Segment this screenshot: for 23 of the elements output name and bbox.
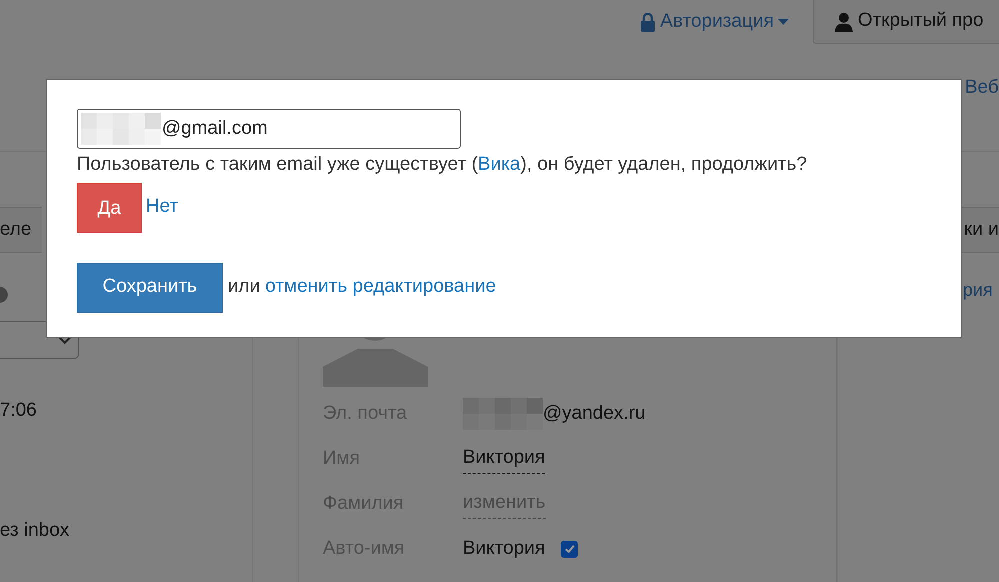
side-link[interactable]: рия xyxy=(963,277,993,301)
auth-menu[interactable]: Авторизация xyxy=(640,0,789,44)
time-text: 7:06 xyxy=(0,399,37,423)
cancel-edit-link[interactable]: отменить редактирование xyxy=(265,273,496,302)
lock-icon xyxy=(640,12,656,32)
nav-link[interactable]: Веб xyxy=(965,74,999,102)
user-link[interactable]: Вика xyxy=(478,154,521,175)
save-button[interactable]: Сохранить xyxy=(77,262,223,312)
note-text: ез inbox xyxy=(0,519,70,543)
user-icon xyxy=(834,12,854,32)
auto-name-value: Виктория xyxy=(463,536,546,561)
check-icon xyxy=(564,543,576,555)
confirm-button[interactable]: Да xyxy=(77,182,142,232)
tab[interactable]: еле xyxy=(0,207,42,253)
profile-button[interactable]: Открытый про xyxy=(813,0,999,44)
warning-message: Пользователь с таким email уже существует (Вика), он будет удален, продолжить? xyxy=(77,153,808,177)
name-value[interactable]: Виктория xyxy=(463,444,546,474)
decline-link[interactable]: Нет xyxy=(146,192,178,221)
or-text: или xyxy=(228,275,260,300)
chevron-down-icon xyxy=(58,336,72,344)
auto-name-checkbox[interactable] xyxy=(561,540,578,558)
email-value: @yandex.ru xyxy=(543,402,646,426)
caret-icon xyxy=(778,18,789,26)
